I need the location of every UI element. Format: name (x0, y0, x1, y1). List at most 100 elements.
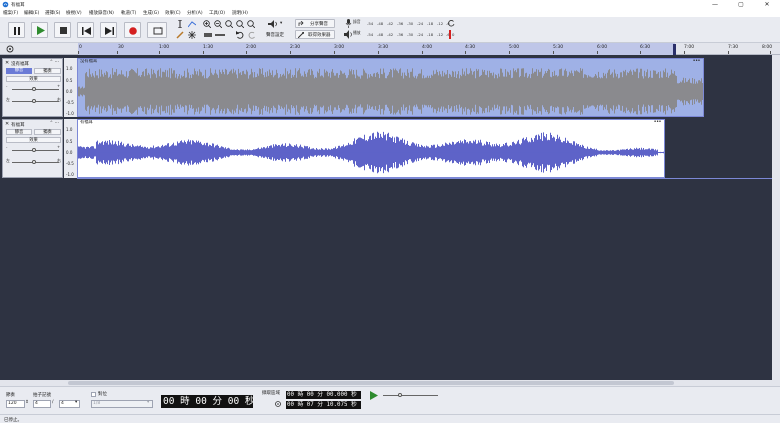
refresh-icon[interactable] (448, 20, 455, 27)
play-speed-knob[interactable] (398, 393, 402, 397)
audio-clip-1[interactable]: 沒有福耳 ••• (77, 58, 704, 117)
menu-edit[interactable]: 編輯(E) (24, 10, 39, 16)
timeline-ruler[interactable]: 0 30 1:00 1:30 2:00 2:30 3:00 3:30 4:00 … (0, 43, 780, 55)
zoom-out-icon[interactable] (214, 20, 222, 28)
chevron-down-icon[interactable]: ▾ (147, 400, 149, 405)
tempo-input[interactable]: 120 (6, 400, 25, 408)
tracks-area[interactable]: ✕ 沒有福耳 ⌃ ··· 靜音 獨奏 效果 - + 左 右 1.0 0.5 0.… (0, 55, 780, 380)
gain-minus-label: - (6, 144, 8, 149)
gain-slider-knob[interactable] (32, 87, 36, 91)
effects-button[interactable]: 效果 (6, 76, 61, 82)
pan-left-label: 左 (6, 158, 10, 163)
horizontal-scroll-thumb[interactable] (68, 381, 674, 385)
tick-mark (770, 51, 771, 54)
playback-speaker-icon[interactable] (344, 30, 353, 39)
timeline-options-icon[interactable] (6, 45, 14, 53)
menu-transport[interactable]: 播放錄音(N) (89, 10, 114, 16)
close-track-icon[interactable]: ✕ (5, 121, 9, 127)
menu-generate[interactable]: 生成(G) (143, 10, 159, 16)
undo-icon[interactable] (236, 31, 244, 39)
amplitude-scale-1[interactable]: 1.0 0.5 0.0 -0.5 -1.0 (64, 58, 77, 117)
gain-plus-label: + (57, 83, 61, 88)
zoom-toggle-icon[interactable] (247, 20, 255, 28)
minimize-button[interactable]: — (702, 0, 728, 9)
clip-menu-icon[interactable]: ••• (654, 120, 662, 125)
time-display[interactable]: 00 時 00 分 00 秒 (161, 395, 254, 408)
menu-view[interactable]: 檢視(V) (66, 10, 82, 16)
selection-end-time[interactable]: 00 時 07 分 10.075 秒 (286, 401, 361, 409)
play-at-speed-icon[interactable] (369, 391, 378, 400)
record-meter-label: 錄音 (353, 19, 361, 24)
scale-label: 0.0 (66, 89, 73, 94)
effects-button[interactable]: 效果 (6, 137, 61, 143)
vertical-scrollbar[interactable] (772, 55, 780, 380)
chevron-down-icon[interactable]: ▾ (246, 397, 248, 402)
menu-effect[interactable]: 效果(C) (165, 10, 181, 16)
chevron-down-icon[interactable]: ▾ (75, 400, 77, 405)
maximize-button[interactable]: ▢ (728, 0, 754, 9)
selection-settings-icon[interactable] (275, 401, 281, 407)
track-name[interactable]: 沒有福耳 (11, 61, 29, 67)
ruler-tick: 2:00 (246, 45, 257, 50)
play-speed-slider[interactable] (383, 395, 438, 396)
skip-start-button[interactable] (77, 22, 94, 38)
fit-project-icon[interactable] (236, 20, 244, 28)
get-effects-button[interactable]: 取得效果器 (295, 30, 335, 39)
clip-menu-icon[interactable]: ••• (693, 59, 701, 64)
zoom-in-icon[interactable] (203, 20, 211, 28)
pan-slider-knob[interactable] (32, 160, 36, 164)
amplitude-scale-2[interactable]: 1.0 0.5 0.0 -0.5 -1.0 (64, 119, 77, 178)
share-audio-button[interactable]: 分享聲音 (295, 19, 335, 28)
tick-mark (684, 51, 685, 54)
loop-button[interactable] (147, 22, 167, 38)
microphone-icon[interactable] (345, 19, 352, 28)
mute-button[interactable]: 靜音 (6, 129, 32, 135)
track-control-panel-2[interactable]: ✕ 有福耳 ⌃ ··· 靜音 獨奏 效果 - + 左 右 (2, 119, 63, 178)
snap-select[interactable]: 1/8 (91, 400, 153, 408)
menu-tools[interactable]: 工具(O) (209, 10, 225, 16)
multi-tool-icon[interactable] (188, 31, 196, 39)
track-control-panel-1[interactable]: ✕ 沒有福耳 ⌃ ··· 靜音 獨奏 效果 - + 左 右 (2, 58, 63, 117)
redo-icon[interactable] (248, 31, 256, 39)
chevron-down-icon[interactable]: ▾ (280, 21, 282, 26)
close-window-button[interactable]: ✕ (754, 0, 780, 9)
mute-button[interactable]: 靜音 (6, 68, 32, 74)
toolbar: ▾ 聲音設定 分享聲音 取得效果器 錄音 播放 -54 -48 -42 -36 … (0, 17, 780, 43)
trim-icon[interactable] (204, 31, 212, 39)
solo-button[interactable]: 獨奏 (34, 129, 61, 135)
scale-label: -0.5 (66, 161, 74, 166)
audio-setup-button[interactable]: 聲音設定 (266, 32, 284, 38)
close-track-icon[interactable]: ✕ (5, 60, 9, 66)
fit-selection-icon[interactable] (225, 20, 233, 28)
draw-tool-icon[interactable] (176, 31, 184, 39)
menu-file[interactable]: 檔案(F) (3, 10, 18, 16)
audio-clip-2[interactable]: 有福耳 ••• (77, 119, 665, 178)
pan-slider-knob[interactable] (32, 99, 36, 103)
envelope-tool-icon[interactable] (188, 20, 196, 28)
solo-button[interactable]: 獨奏 (34, 68, 61, 74)
time-sig-numerator[interactable]: 4 (33, 400, 51, 408)
play-button[interactable] (31, 22, 48, 38)
tick-mark (159, 51, 160, 54)
skip-end-button[interactable] (100, 22, 117, 38)
playhead-marker[interactable] (673, 44, 676, 55)
pause-button[interactable] (8, 22, 25, 38)
record-button[interactable] (124, 22, 141, 38)
menu-analyze[interactable]: 分析(A) (187, 10, 203, 16)
collapse-track-icon[interactable]: ⌃ ··· (50, 121, 60, 126)
tick-mark (246, 51, 247, 54)
menu-select[interactable]: 選擇(S) (45, 10, 60, 16)
skip-end-icon (105, 27, 114, 35)
selection-tool-icon[interactable] (176, 20, 184, 28)
snap-checkbox[interactable] (91, 392, 96, 397)
menu-help[interactable]: 說明(H) (232, 10, 248, 16)
silence-icon[interactable] (215, 31, 225, 39)
track-name[interactable]: 有福耳 (11, 122, 25, 128)
stop-button[interactable] (54, 22, 71, 38)
tempo-stepper-icon[interactable]: ⇕ (25, 400, 29, 405)
collapse-track-icon[interactable]: ⌃ ··· (50, 60, 60, 65)
selection-start-time[interactable]: 00 時 00 分 00.000 秒 (286, 391, 361, 399)
gain-slider-knob[interactable] (32, 148, 36, 152)
menu-tracks[interactable]: 軌道(T) (121, 10, 136, 16)
clip-name: 沒有福耳 (80, 59, 98, 64)
